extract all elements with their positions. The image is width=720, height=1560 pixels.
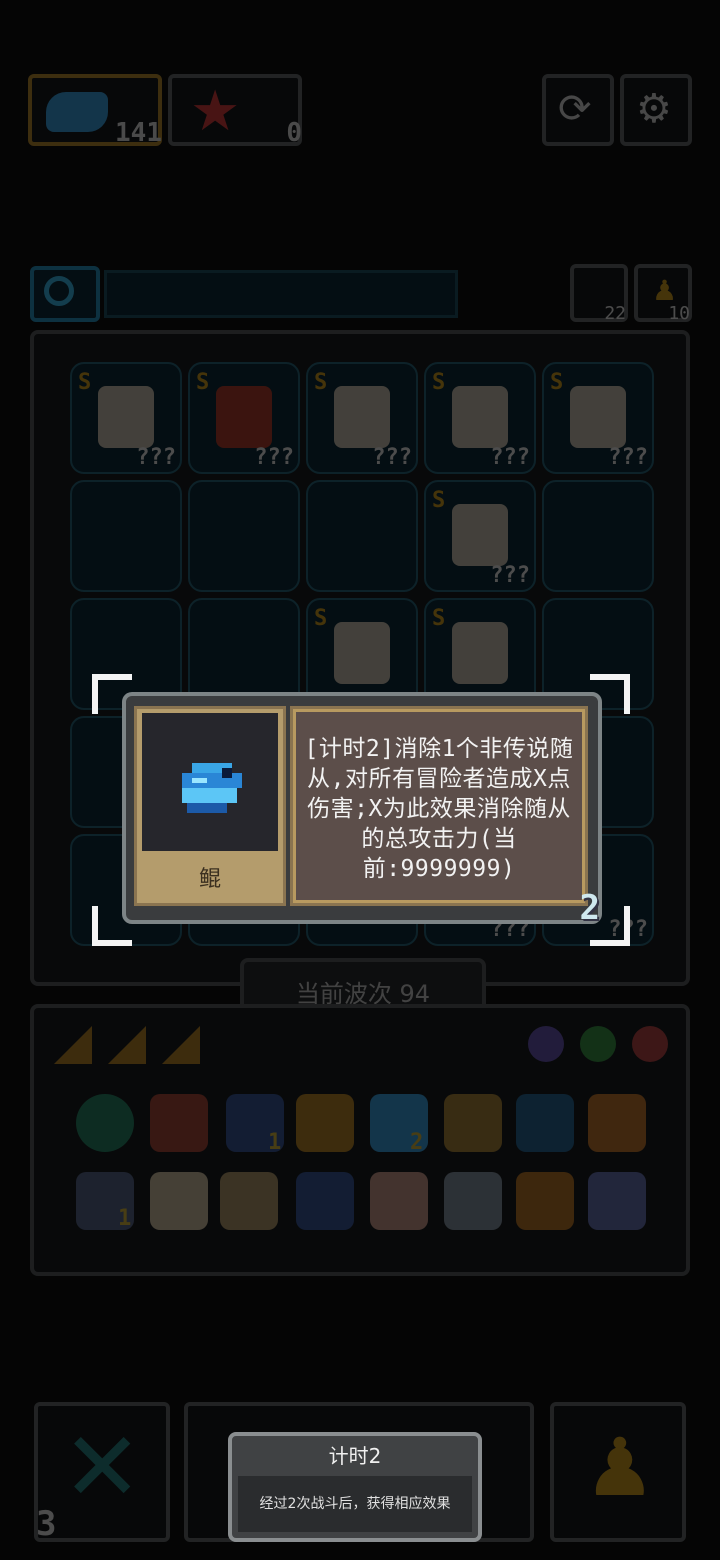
hero-sprite <box>216 386 272 448</box>
rank-badge: S <box>314 606 328 631</box>
tab-triangle-icon <box>108 1026 146 1064</box>
clock-icon <box>44 276 74 306</box>
item-slot[interactable] <box>588 1094 646 1152</box>
empty-cell[interactable] <box>188 480 300 592</box>
hero-sprite <box>98 386 154 448</box>
return-count: 22 <box>604 303 626 324</box>
item-slot[interactable] <box>150 1094 208 1152</box>
item-tooltip[interactable]: 鲲 [计时2]消除1个非传说随从,对所有冒险者造成X点伤害;X为此效果消除随从的… <box>122 692 602 928</box>
gem-icon <box>632 1026 668 1062</box>
tab-triangle-icon <box>54 1026 92 1064</box>
star-currency-panel[interactable]: ★ 0 <box>168 74 302 148</box>
gem-icon <box>528 1026 564 1062</box>
item-slot[interactable] <box>220 1172 278 1230</box>
tooltip-icon-frame <box>142 713 278 851</box>
tooltip-stack-count: 2 <box>579 888 600 928</box>
cross-icon: ✕ <box>62 1411 143 1523</box>
fish-icon <box>46 92 108 132</box>
hero-label: ??? <box>136 445 176 470</box>
item-slot[interactable] <box>296 1172 354 1230</box>
empty-cell[interactable] <box>70 480 182 592</box>
rank-badge: S <box>196 370 210 395</box>
item-slot[interactable] <box>444 1172 502 1230</box>
popup-body-box: 经过2次战斗后，获得相应效果 <box>238 1476 472 1532</box>
timer-info-popup: 计时2 经过2次战斗后，获得相应效果 <box>228 1432 482 1542</box>
player-count: 10 <box>668 303 690 324</box>
refresh-button[interactable]: ⟳ <box>542 74 614 146</box>
hero-sprite <box>452 386 508 448</box>
hero-sprite <box>570 386 626 448</box>
gem-tabs[interactable] <box>520 1018 680 1070</box>
popup-body: 经过2次战斗后，获得相应效果 <box>259 1496 451 1512</box>
hero-cell[interactable]: S??? <box>306 362 418 474</box>
return-counter[interactable]: 22 <box>570 264 628 324</box>
rank-badge: S <box>432 370 446 395</box>
item-slot[interactable] <box>150 1172 208 1230</box>
item-count: 2 <box>410 1130 424 1155</box>
hero-label: ??? <box>608 445 648 470</box>
hero-label: ??? <box>372 445 412 470</box>
star-count: 0 <box>286 118 302 148</box>
hero-cell[interactable]: S??? <box>188 362 300 474</box>
gear-icon: ⚙ <box>636 86 672 132</box>
tooltip-description-panel: [计时2]消除1个非传说随从,对所有冒险者造成X点伤害;X为此效果消除随从的总攻… <box>290 706 588 906</box>
rank-badge: S <box>314 370 328 395</box>
hero-cell[interactable]: S??? <box>542 362 654 474</box>
rank-badge: S <box>432 488 446 513</box>
left-count: 3 <box>36 1504 57 1544</box>
hero-cell[interactable]: S??? <box>70 362 182 474</box>
hero-sprite <box>452 622 508 684</box>
pawn-icon: ♟ <box>584 1421 656 1514</box>
category-tabs[interactable] <box>50 1018 210 1070</box>
cancel-action-button[interactable]: ✕ 3 <box>34 1402 170 1544</box>
tab-triangle-icon <box>162 1026 200 1064</box>
gem-icon <box>580 1026 616 1062</box>
item-count: 1 <box>118 1206 132 1231</box>
hero-label: ??? <box>490 563 530 588</box>
item-count: 1 <box>268 1130 282 1155</box>
rank-badge: S <box>550 370 564 395</box>
empty-cell[interactable] <box>306 480 418 592</box>
item-slot[interactable] <box>370 1172 428 1230</box>
fish-count: 141 <box>115 118 162 148</box>
hero-label: ??? <box>490 445 530 470</box>
empty-cell[interactable] <box>542 480 654 592</box>
item-slot[interactable] <box>76 1094 134 1152</box>
item-slot[interactable] <box>296 1094 354 1152</box>
rank-badge: S <box>432 606 446 631</box>
progress-bar <box>104 270 458 318</box>
hero-cell[interactable]: S??? <box>424 480 536 592</box>
item-slot[interactable] <box>588 1172 646 1230</box>
hero-sprite <box>452 504 508 566</box>
tooltip-item-name: 鲲 <box>198 867 221 892</box>
item-slot[interactable] <box>444 1094 502 1152</box>
hero-sprite <box>334 386 390 448</box>
pawn-action-button[interactable]: ♟ <box>550 1402 686 1542</box>
hero-label: ??? <box>254 445 294 470</box>
hero-sprite <box>334 622 390 684</box>
timer-icon-box <box>30 266 100 322</box>
popup-title: 计时2 <box>328 1444 382 1468</box>
hero-cell[interactable]: S??? <box>424 362 536 474</box>
refresh-icon: ⟳ <box>558 86 592 132</box>
settings-button[interactable]: ⚙ <box>620 74 692 146</box>
item-slot[interactable] <box>516 1094 574 1152</box>
tooltip-item-card: 鲲 <box>134 706 286 906</box>
star-icon: ★ <box>190 79 241 144</box>
tooltip-description: [计时2]消除1个非传说随从,对所有冒险者造成X点伤害;X为此效果消除随从的总攻… <box>304 736 574 882</box>
player-counter[interactable]: ♟ 10 <box>634 264 692 324</box>
item-slot[interactable] <box>516 1172 574 1230</box>
fish-currency-panel[interactable]: 141 <box>28 74 162 148</box>
rank-badge: S <box>78 370 92 395</box>
kun-fish-icon <box>182 763 242 813</box>
